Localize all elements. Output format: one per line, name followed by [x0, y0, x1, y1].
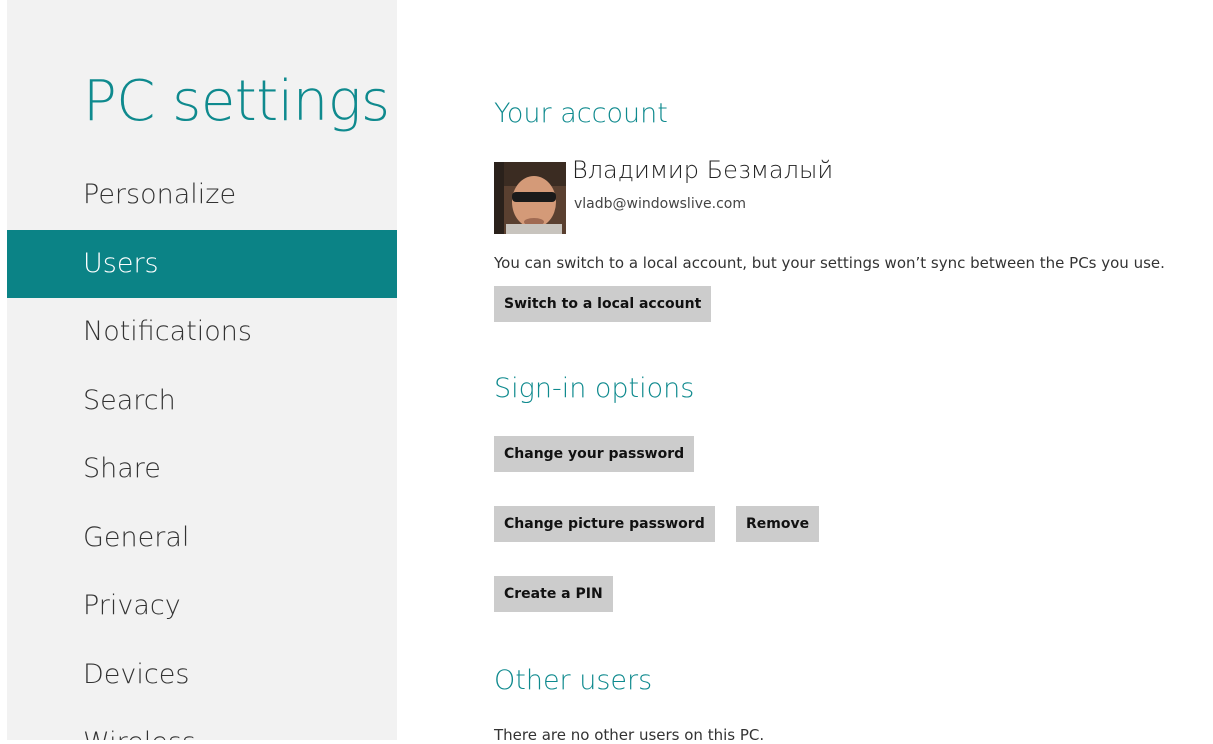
- nav-item-notifications[interactable]: Notifications: [7, 298, 397, 367]
- content-pane: Your account Владимир Безмалый vladb@win…: [494, 0, 1213, 744]
- nav-item-general[interactable]: General: [7, 504, 397, 573]
- nav-list: Personalize Users Notifications Search S…: [7, 161, 397, 740]
- nav-item-devices[interactable]: Devices: [7, 641, 397, 710]
- user-photo-icon: [494, 162, 566, 234]
- nav-item-wireless[interactable]: Wireless: [7, 709, 397, 740]
- change-picture-password-button[interactable]: Change picture password: [494, 506, 715, 542]
- create-pin-button[interactable]: Create a PIN: [494, 576, 613, 612]
- change-password-button[interactable]: Change your password: [494, 436, 695, 472]
- switch-to-local-account-button[interactable]: Switch to a local account: [494, 286, 712, 322]
- other-users-info: There are no other users on this PC.: [494, 726, 765, 744]
- user-name: Владимир Безмалый: [572, 156, 834, 184]
- other-users-heading: Other users: [494, 665, 653, 696]
- nav-item-privacy[interactable]: Privacy: [7, 572, 397, 641]
- navigation-pane: PC settings Personalize Users Notificati…: [7, 0, 397, 740]
- page-title: PC settings: [83, 69, 390, 134]
- nav-item-personalize[interactable]: Personalize: [7, 161, 397, 230]
- remove-picture-password-button[interactable]: Remove: [736, 506, 820, 542]
- user-email: vladb@windowslive.com: [574, 196, 746, 212]
- sign-in-options-heading: Sign-in options: [494, 373, 695, 404]
- nav-item-search[interactable]: Search: [7, 367, 397, 436]
- switch-account-info: You can switch to a local account, but y…: [494, 254, 1165, 272]
- user-avatar: [494, 162, 566, 234]
- your-account-heading: Your account: [494, 98, 668, 129]
- nav-item-users[interactable]: Users: [7, 229, 397, 298]
- nav-item-share[interactable]: Share: [7, 435, 397, 504]
